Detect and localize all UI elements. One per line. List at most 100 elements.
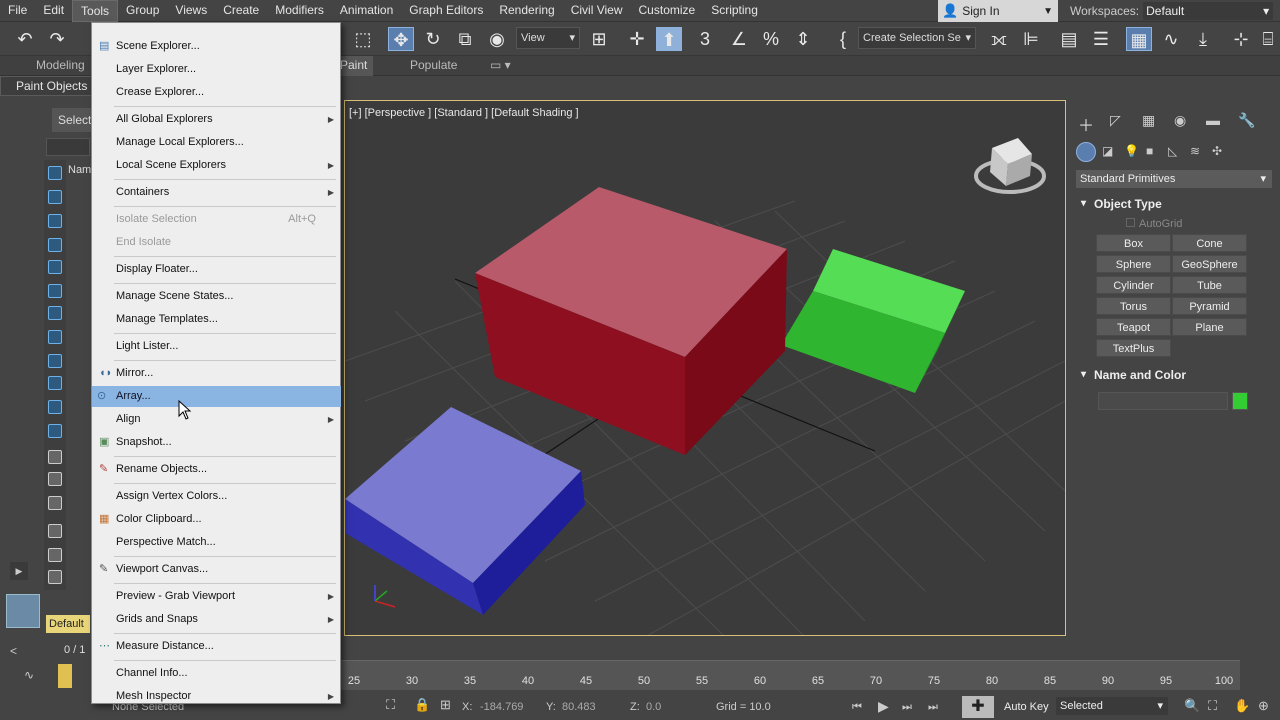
menu-item-local-scene-explorers[interactable]: Local Scene Explorers ▶: [94, 155, 340, 176]
menu-edit[interactable]: Edit: [35, 0, 72, 22]
filter-xrefs-icon[interactable]: [48, 330, 62, 344]
y-coordinate-field[interactable]: 80.483: [562, 701, 596, 713]
filter-helpers-icon[interactable]: [48, 260, 62, 274]
rotate-icon[interactable]: ↻: [420, 27, 446, 51]
shapes-icon[interactable]: ◪: [1102, 144, 1113, 158]
edit-named-selection-icon[interactable]: {: [830, 27, 856, 51]
go-to-end-icon[interactable]: ⏭: [928, 701, 938, 714]
viewport-label[interactable]: [+] [Perspective ] [Standard ] [Default …: [349, 107, 579, 119]
render-setup-icon[interactable]: ⌸: [1258, 27, 1278, 51]
select-object-icon[interactable]: ⬚: [350, 27, 376, 51]
expand-arrow-icon[interactable]: ▶: [10, 562, 28, 580]
menu-item-channel-info[interactable]: Channel Info...: [94, 663, 340, 684]
menu-item-crease-explorer[interactable]: Crease Explorer...: [94, 82, 340, 103]
reference-coordinate-dropdown[interactable]: View: [516, 27, 580, 49]
object-type-rollout[interactable]: Object Type: [1076, 194, 1274, 214]
filter-frozen-icon[interactable]: [48, 400, 62, 414]
menu-group[interactable]: Group: [118, 0, 167, 22]
menu-item-array[interactable]: ⊙ Array...: [92, 386, 341, 407]
display-all-icon[interactable]: [48, 450, 62, 464]
lock-icon[interactable]: 🔒: [414, 697, 430, 713]
spinner-snap-icon[interactable]: ⇕: [790, 27, 816, 51]
menu-item-assign-vertex-colors[interactable]: Assign Vertex Colors...: [94, 486, 340, 507]
create-tab-icon[interactable]: ＋: [1078, 112, 1094, 136]
filter-geometry-icon[interactable]: [48, 166, 62, 180]
filter-lights-icon[interactable]: [48, 214, 62, 228]
material-editor-icon[interactable]: ⊹: [1228, 27, 1254, 51]
primitive-sphere-button[interactable]: Sphere: [1096, 255, 1171, 273]
spacewarps-icon[interactable]: ≋: [1190, 144, 1200, 158]
scale-icon[interactable]: ⧉: [452, 27, 478, 51]
curve-editor-icon[interactable]: ∿: [1158, 27, 1184, 51]
menu-item-rename-objects[interactable]: ✎ Rename Objects...: [94, 459, 340, 480]
tab-modeling[interactable]: Modeling: [30, 56, 91, 76]
primitive-teapot-button[interactable]: Teapot: [1096, 318, 1171, 336]
x-coordinate-field[interactable]: -184.769: [480, 701, 523, 713]
menu-tools[interactable]: Tools: [72, 0, 119, 22]
menu-item-viewport-canvas[interactable]: ✎ Viewport Canvas...: [94, 559, 340, 580]
keyboard-shortcut-override-icon[interactable]: ⬆: [656, 27, 682, 51]
menu-item-measure-distance[interactable]: ⋯ Measure Distance...: [94, 636, 340, 657]
primitive-tube-button[interactable]: Tube: [1172, 276, 1247, 294]
category-dropdown[interactable]: Standard Primitives ▾: [1076, 170, 1272, 188]
select-manipulate-icon[interactable]: ✛: [624, 27, 650, 51]
angle-snap-icon[interactable]: ∠: [726, 27, 752, 51]
mini-curve-editor-icon[interactable]: ∿: [24, 668, 34, 682]
scene-explorer-toggle-icon[interactable]: ▦: [1126, 27, 1152, 51]
name-and-color-rollout[interactable]: Name and Color: [1076, 365, 1274, 385]
perspective-viewport[interactable]: [+] [Perspective ] [Standard ] [Default …: [344, 100, 1066, 636]
menu-item-mirror[interactable]: ◖◗ Mirror...: [94, 363, 340, 384]
modify-tab-icon[interactable]: ◸: [1110, 112, 1121, 129]
menu-modifiers[interactable]: Modifiers: [267, 0, 332, 22]
pivot-center-icon[interactable]: ⊞: [586, 27, 612, 51]
absolute-mode-icon[interactable]: ⊞: [440, 697, 451, 713]
filter-hidden-icon[interactable]: [48, 424, 62, 438]
primitive-cylinder-button[interactable]: Cylinder: [1096, 276, 1171, 294]
menu-create[interactable]: Create: [215, 0, 267, 22]
filter-groups-icon[interactable]: [48, 306, 62, 320]
filter-shapes-icon[interactable]: [48, 190, 62, 204]
helpers-icon[interactable]: ◺: [1168, 144, 1177, 158]
sign-in-button[interactable]: 👤 Sign In ▼: [938, 0, 1058, 22]
named-selection-set-dropdown[interactable]: Create Selection Se: [858, 27, 976, 49]
paint-objects-panel[interactable]: Paint Objects: [0, 76, 100, 96]
menu-item-light-lister[interactable]: Light Lister...: [94, 336, 340, 357]
ribbon-toggle-icon[interactable]: ☰: [1088, 27, 1114, 51]
align-icon[interactable]: ⊫: [1018, 27, 1044, 51]
menu-item-all-global-explorers[interactable]: All Global Explorers ▶: [94, 109, 340, 130]
ribbon-options-icon[interactable]: ▭ ▾: [484, 56, 517, 76]
next-frame-icon[interactable]: ⏭: [902, 701, 912, 714]
utilities-tab-icon[interactable]: 🔧: [1238, 112, 1255, 129]
redo-icon[interactable]: ↷: [44, 27, 70, 51]
snaps-toggle-icon[interactable]: 3: [692, 27, 718, 51]
menu-item-snapshot[interactable]: ▣ Snapshot...: [94, 432, 340, 453]
percent-snap-icon[interactable]: %: [758, 27, 784, 51]
geometry-icon[interactable]: [1076, 142, 1096, 162]
workspaces-select[interactable]: Default: [1143, 2, 1274, 20]
menu-graph-editors[interactable]: Graph Editors: [401, 0, 491, 22]
layer-dropdown[interactable]: Default: [46, 615, 90, 633]
placement-icon[interactable]: ◉: [484, 27, 510, 51]
menu-customize[interactable]: Customize: [631, 0, 704, 22]
z-coordinate-field[interactable]: 0.0: [646, 701, 661, 713]
menu-rendering[interactable]: Rendering: [491, 0, 562, 22]
primitive-plane-button[interactable]: Plane: [1172, 318, 1247, 336]
filter-spacewarps-icon[interactable]: [48, 284, 62, 298]
menu-item-manage-local-explorers[interactable]: Manage Local Explorers...: [94, 132, 340, 153]
zoom-icon[interactable]: 🔍: [1184, 698, 1200, 714]
primitive-geosphere-button[interactable]: GeoSphere: [1172, 255, 1247, 273]
menu-item-scene-explorer[interactable]: ▤ Scene Explorer...: [94, 36, 340, 57]
undo-icon[interactable]: ↶: [12, 27, 38, 51]
menu-scripting[interactable]: Scripting: [703, 0, 766, 22]
menu-views[interactable]: Views: [167, 0, 215, 22]
menu-item-manage-scene-states[interactable]: Manage Scene States...: [94, 286, 340, 307]
primitive-torus-button[interactable]: Torus: [1096, 297, 1171, 315]
filter-containers-icon[interactable]: [48, 376, 62, 390]
go-to-start-icon[interactable]: ⏮: [852, 701, 862, 714]
menu-item-containers[interactable]: Containers ▶: [94, 182, 340, 203]
primitive-cone-button[interactable]: Cone: [1172, 234, 1247, 252]
menu-item-color-clipboard[interactable]: ▦ Color Clipboard...: [94, 509, 340, 530]
menu-animation[interactable]: Animation: [332, 0, 401, 22]
primitive-box-button[interactable]: Box: [1096, 234, 1171, 252]
object-name-input[interactable]: [1098, 392, 1228, 410]
